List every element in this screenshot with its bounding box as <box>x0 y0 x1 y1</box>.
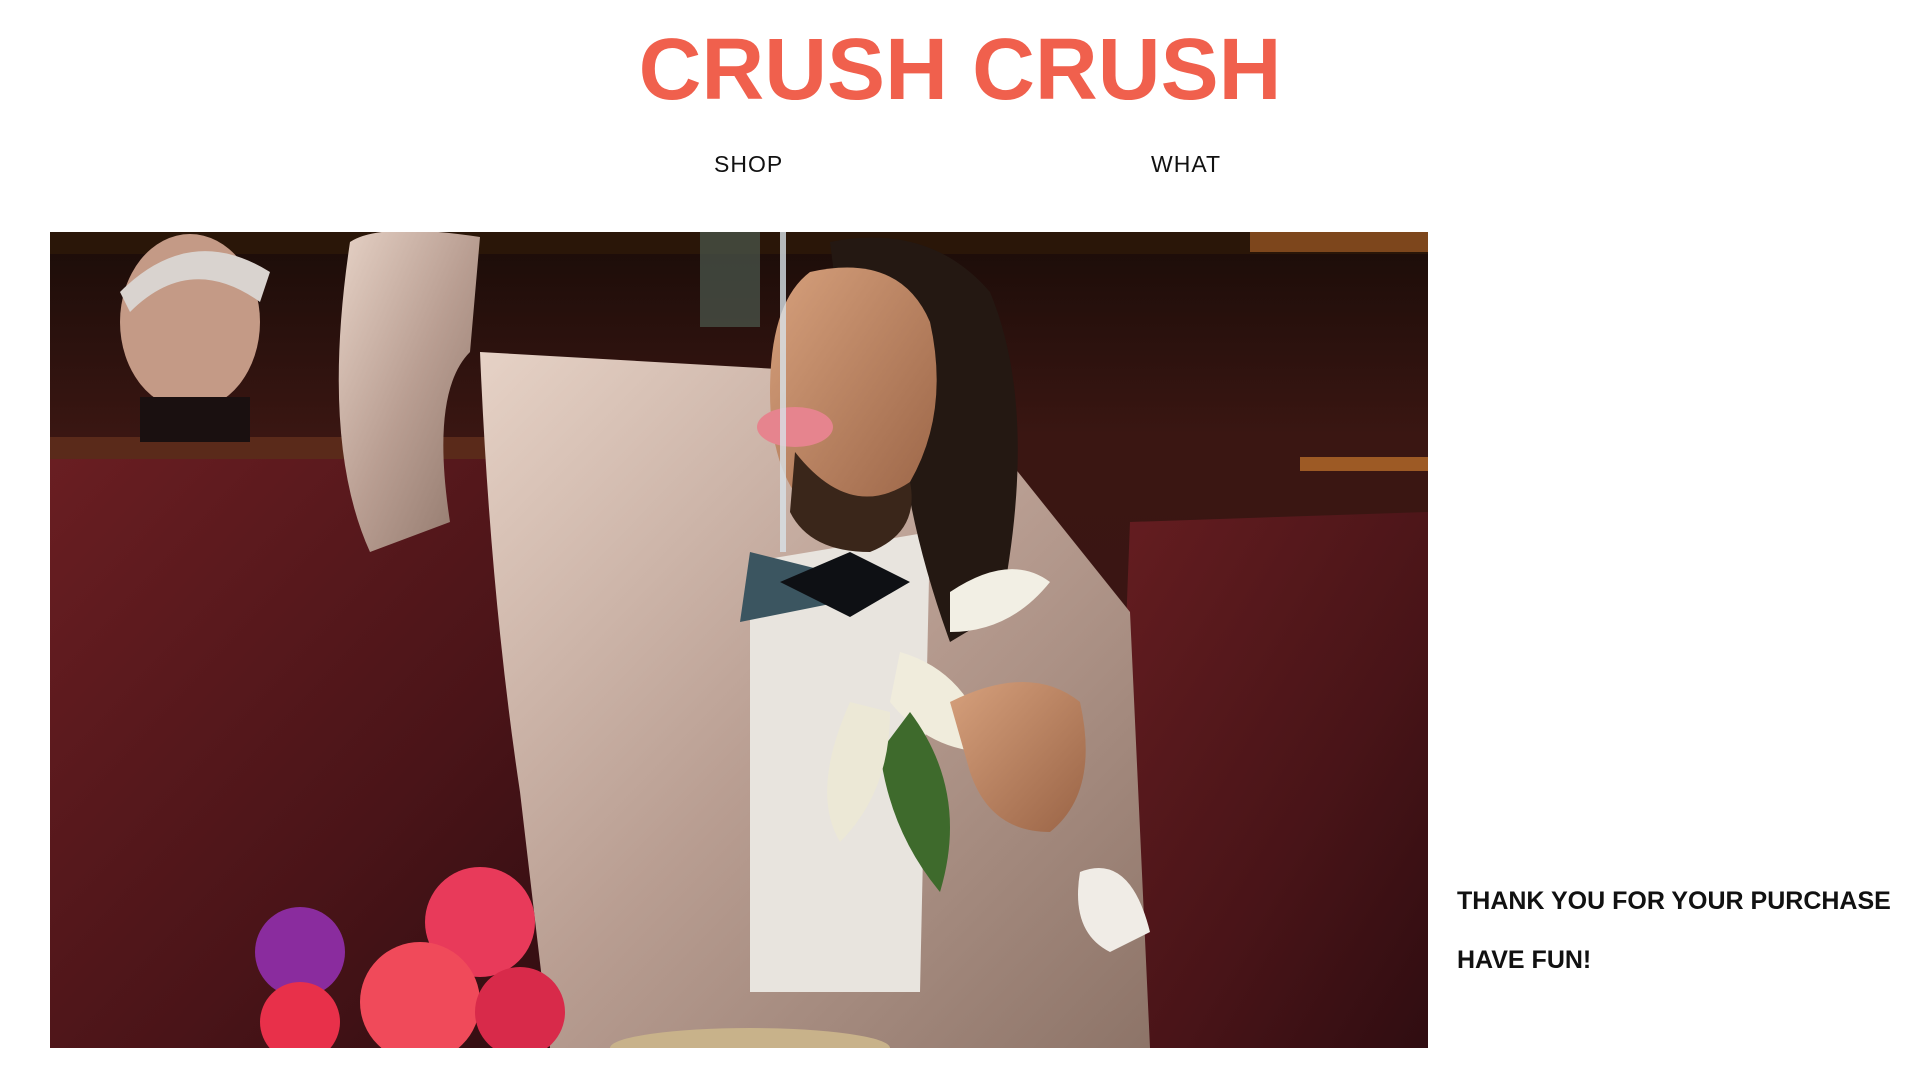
have-fun-text: HAVE FUN! <box>1457 946 1592 974</box>
thank-you-message: THANK YOU FOR YOUR PURCHASE HAVE FUN! <box>1457 886 1897 975</box>
nav-link-what[interactable]: WHAT <box>1151 150 1221 178</box>
nav-link-shop[interactable]: SHOP <box>714 150 783 178</box>
hero-photo <box>50 232 1428 1048</box>
hero-image <box>50 232 1428 1048</box>
site-header: CRUSH CRUSH <box>0 20 1920 120</box>
brand-logo[interactable]: CRUSH CRUSH <box>639 21 1282 118</box>
page: CRUSH CRUSH SHOP WHAT THANK YOU FOR YOUR… <box>0 0 1920 1076</box>
thank-you-text: THANK YOU FOR YOUR PURCHASE <box>1457 887 1891 915</box>
